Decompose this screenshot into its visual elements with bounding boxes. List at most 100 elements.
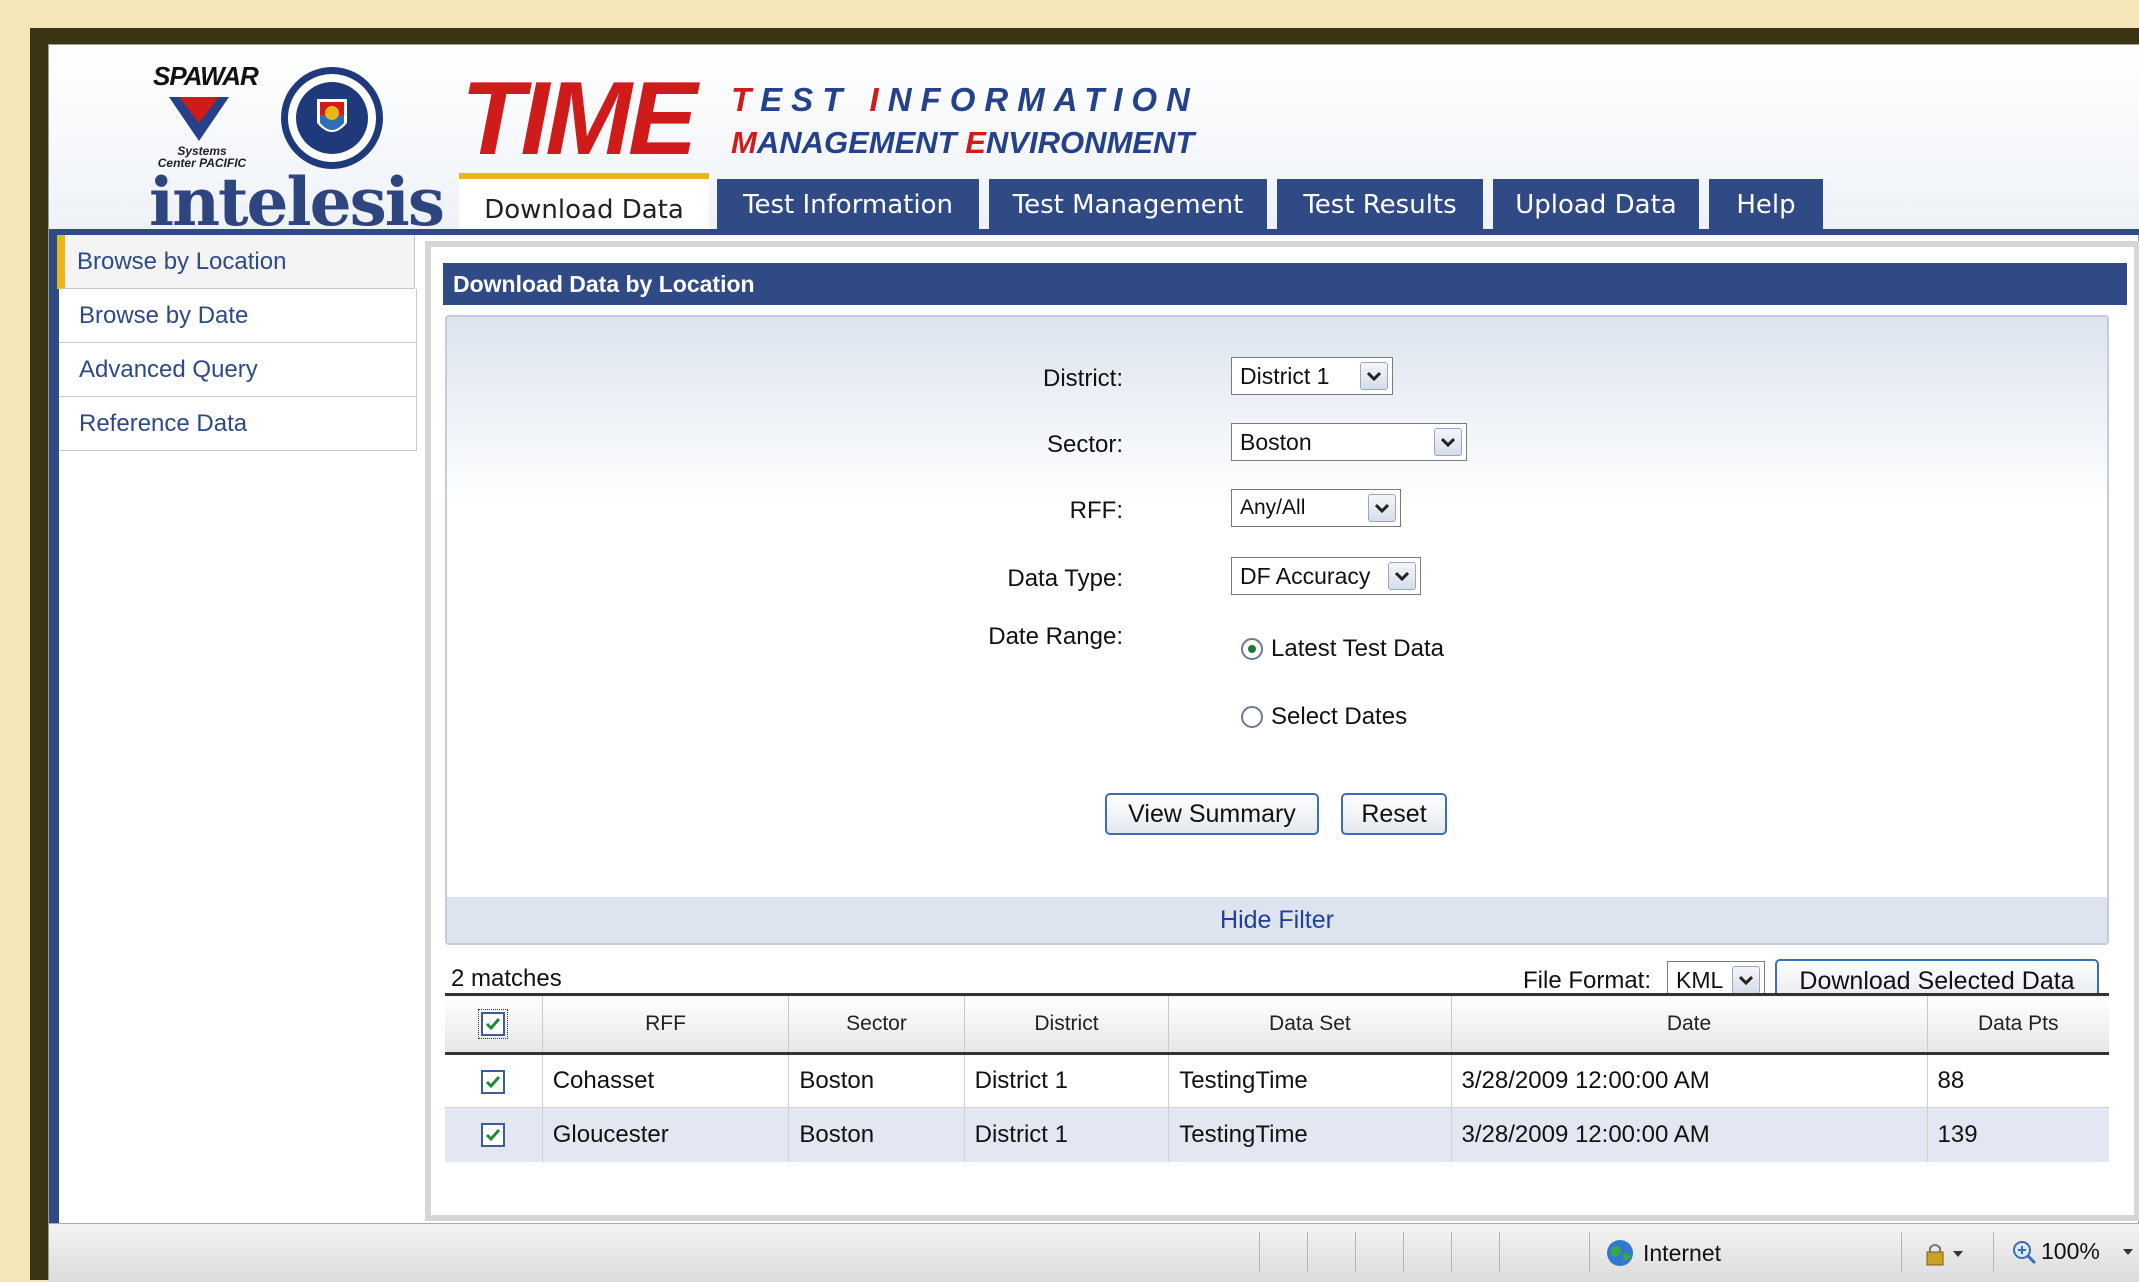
tab-test-information[interactable]: Test Information	[717, 179, 979, 231]
table-header-row: RFF Sector District Data Set Date Data P…	[445, 993, 2109, 1055]
browser-status-bar: Internet 100%	[49, 1223, 2139, 1282]
tab-help[interactable]: Help	[1709, 179, 1823, 231]
filter-panel: District: District 1 Sector: Boston RFF:…	[445, 315, 2109, 945]
district-select[interactable]: District 1	[1231, 357, 1393, 395]
table-row: Cohasset Boston District 1 TestingTime 3…	[445, 1053, 2109, 1108]
radio-latest-label: Latest Test Data	[1271, 635, 1444, 662]
select-all-header[interactable]	[445, 993, 543, 1055]
cell-district: District 1	[964, 1107, 1170, 1162]
column-header-date[interactable]: Date	[1451, 993, 1928, 1055]
status-divider	[1499, 1232, 1500, 1272]
chevron-down-icon[interactable]	[1368, 494, 1396, 522]
column-header-data-set[interactable]: Data Set	[1168, 993, 1452, 1055]
cell-sector: Boston	[788, 1053, 965, 1108]
select-all-checkbox[interactable]	[478, 1008, 509, 1040]
coast-guard-seal-icon	[281, 67, 383, 169]
chevron-down-icon[interactable]	[1360, 362, 1388, 390]
status-divider	[1451, 1232, 1452, 1272]
rff-select-value: Any/All	[1240, 496, 1306, 519]
cell-date: 3/28/2009 12:00:00 AM	[1451, 1107, 1928, 1162]
column-header-district[interactable]: District	[964, 993, 1170, 1055]
column-header-sector[interactable]: Sector	[788, 993, 965, 1055]
data-type-select[interactable]: DF Accuracy	[1231, 557, 1421, 595]
row-select-cell[interactable]	[445, 1107, 543, 1162]
site-header: SPAWAR Systems Center PACIFIC intelesis …	[49, 45, 2139, 235]
sector-select[interactable]: Boston	[1231, 423, 1467, 461]
page-title: Download Data by Location	[443, 263, 2127, 305]
radio-select-dates[interactable]: Select Dates	[1241, 703, 1407, 731]
cell-district: District 1	[964, 1053, 1170, 1108]
district-select-value: District 1	[1240, 363, 1330, 389]
status-divider	[1993, 1232, 1994, 1272]
tab-test-management[interactable]: Test Management	[989, 179, 1267, 231]
zoom-icon	[2013, 1240, 2037, 1264]
tab-download-data[interactable]: Download Data	[459, 173, 709, 231]
status-divider	[1307, 1232, 1308, 1272]
status-divider	[1355, 1232, 1356, 1272]
status-divider	[1589, 1232, 1590, 1272]
data-type-label: Data Type:	[1007, 565, 1123, 592]
chevron-down-icon[interactable]	[1434, 428, 1462, 456]
globe-icon	[1607, 1240, 1633, 1266]
cell-rff: Gloucester	[542, 1107, 790, 1162]
district-label: District:	[1043, 365, 1123, 392]
rff-select[interactable]: Any/All	[1231, 489, 1401, 527]
radio-unchecked-icon[interactable]	[1241, 706, 1263, 728]
main-panel: Download Data by Location District: Dist…	[425, 241, 2139, 1221]
chevron-down-icon[interactable]	[1388, 562, 1416, 590]
spawar-logo: SPAWAR	[153, 61, 259, 91]
dropdown-arrow-icon[interactable]	[2118, 1246, 2138, 1258]
security-zone[interactable]: Internet	[1605, 1238, 1721, 1268]
checkbox-checked-icon[interactable]	[481, 1012, 506, 1037]
cell-data-pts: 88	[1927, 1053, 2109, 1108]
tab-upload-data[interactable]: Upload Data	[1493, 179, 1699, 231]
results-table: RFF Sector District Data Set Date Data P…	[445, 993, 2109, 1162]
radio-checked-icon[interactable]	[1241, 638, 1263, 660]
time-subtitle-line1: TEST INFORMATION	[731, 81, 1199, 118]
column-header-data-pts[interactable]: Data Pts	[1927, 993, 2109, 1055]
sidebar-item-reference-data[interactable]: Reference Data	[59, 397, 417, 451]
row-select-cell[interactable]	[445, 1053, 543, 1108]
sidebar: Browse by Location Browse by Date Advanc…	[49, 235, 419, 1231]
cell-rff: Cohasset	[542, 1053, 790, 1108]
zoom-level: 100%	[2041, 1238, 2100, 1264]
table-row: Gloucester Boston District 1 TestingTime…	[445, 1107, 2109, 1162]
cell-data-set: TestingTime	[1168, 1107, 1452, 1162]
time-subtitle-line2: MANAGEMENT ENVIRONMENT	[731, 125, 1195, 160]
cell-date: 3/28/2009 12:00:00 AM	[1451, 1053, 1928, 1108]
security-zone-label: Internet	[1643, 1239, 1721, 1266]
rff-label: RFF:	[1069, 497, 1123, 524]
radio-select-label: Select Dates	[1271, 703, 1408, 730]
logo-area: SPAWAR Systems Center PACIFIC intelesis	[69, 53, 445, 235]
sector-label: Sector:	[1046, 431, 1123, 458]
column-header-rff[interactable]: RFF	[542, 993, 790, 1055]
match-count: 2 matches	[451, 965, 562, 992]
hide-filter-link[interactable]: Hide Filter	[447, 897, 2107, 943]
date-range-label: Date Range:	[988, 623, 1123, 650]
cell-data-pts: 139	[1927, 1107, 2109, 1162]
zoom-control[interactable]: 100%	[2011, 1238, 2138, 1265]
intelesis-logo: intelesis	[149, 163, 445, 241]
sector-select-value: Boston	[1240, 429, 1312, 455]
browser-window: SPAWAR Systems Center PACIFIC intelesis …	[48, 44, 2139, 1282]
time-logo: TIME	[461, 61, 697, 177]
protected-mode-icon[interactable]	[1921, 1240, 1969, 1268]
status-divider	[1259, 1232, 1260, 1272]
tab-test-results[interactable]: Test Results	[1277, 179, 1483, 231]
data-type-select-value: DF Accuracy	[1240, 563, 1371, 589]
reset-button[interactable]: Reset	[1341, 793, 1447, 835]
radio-latest-test-data[interactable]: Latest Test Data	[1241, 635, 1444, 663]
sidebar-item-browse-by-date[interactable]: Browse by Date	[59, 289, 417, 343]
status-divider	[1403, 1232, 1404, 1272]
spawar-chevron-icon	[169, 97, 229, 141]
status-divider	[1901, 1232, 1902, 1272]
file-format-value: KML	[1676, 967, 1724, 993]
sidebar-item-advanced-query[interactable]: Advanced Query	[59, 343, 417, 397]
checkbox-checked-icon[interactable]	[480, 1123, 505, 1148]
chevron-down-icon[interactable]	[1732, 966, 1760, 994]
cell-data-set: TestingTime	[1168, 1053, 1452, 1108]
sidebar-item-browse-by-location[interactable]: Browse by Location	[57, 235, 415, 289]
view-summary-button[interactable]: View Summary	[1105, 793, 1319, 835]
file-format-label: File Format:	[1523, 967, 1652, 994]
checkbox-checked-icon[interactable]	[480, 1069, 505, 1094]
